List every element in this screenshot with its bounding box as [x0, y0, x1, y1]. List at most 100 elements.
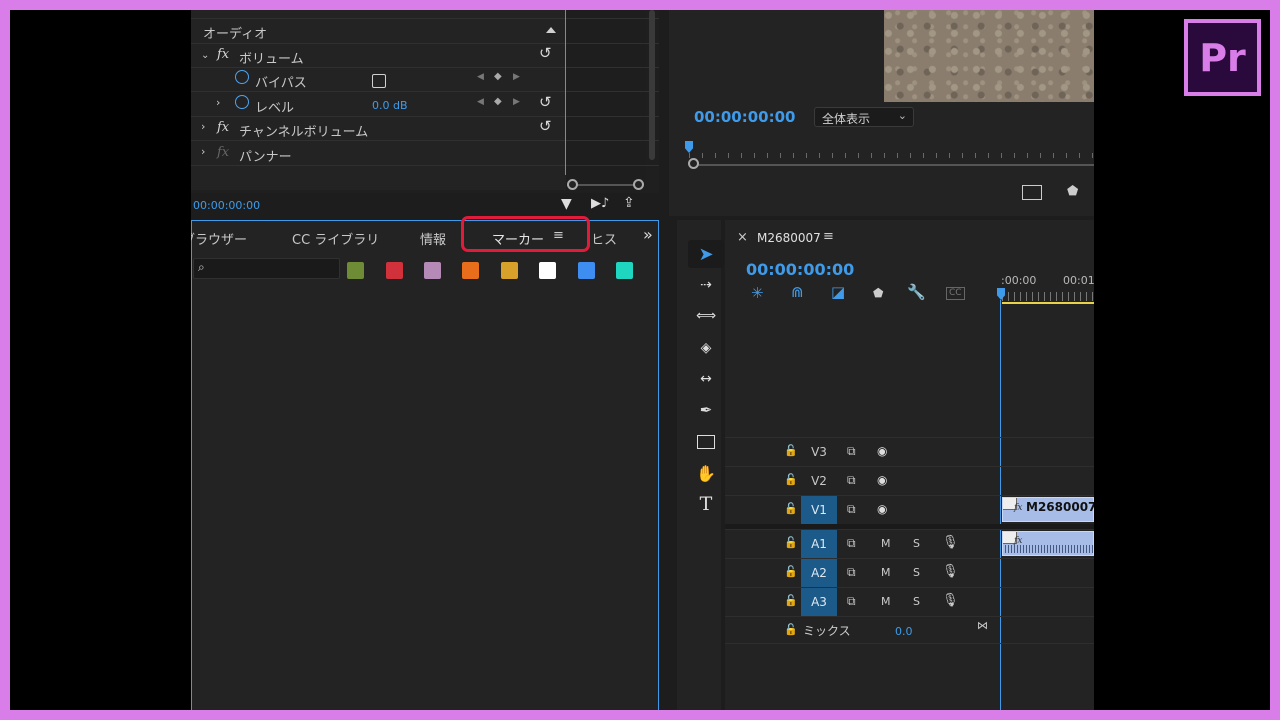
reset-icon[interactable]: ↺: [539, 93, 552, 111]
track-target-a2[interactable]: A2: [801, 559, 837, 587]
rectangle-tool-icon[interactable]: [688, 428, 724, 456]
marker-icon[interactable]: ⬟: [873, 286, 883, 300]
selection-tool-icon[interactable]: ➤: [688, 240, 724, 268]
mute-button[interactable]: M: [881, 566, 891, 579]
reset-icon[interactable]: ↺: [539, 44, 552, 62]
track-target-a3[interactable]: A3: [801, 588, 837, 616]
track-select-tool-icon[interactable]: ⇢: [688, 271, 724, 299]
linked-selection-icon[interactable]: ⋒: [791, 283, 804, 301]
sync-lock-icon[interactable]: ⧉: [847, 565, 856, 580]
wrench-icon[interactable]: 🔧: [907, 283, 926, 301]
work-area-bar[interactable]: [1002, 302, 1094, 304]
close-icon[interactable]: ×: [737, 230, 748, 245]
tab-info[interactable]: 情報: [420, 229, 446, 248]
filter-icon[interactable]: ▼: [561, 196, 572, 212]
solo-button[interactable]: S: [913, 566, 920, 579]
lock-icon[interactable]: 🔓: [784, 623, 798, 636]
chevron-down-icon[interactable]: ⌄: [201, 50, 209, 61]
add-marker-timeline-icon[interactable]: ◪: [831, 283, 845, 301]
add-marker-icon[interactable]: ⬟: [1067, 184, 1078, 199]
prev-keyframe-icon[interactable]: ◀: [477, 72, 484, 82]
microphone-icon[interactable]: 🎙: [942, 564, 959, 579]
ec-timecode[interactable]: 00:00:00:00: [193, 199, 260, 212]
eye-icon[interactable]: ◉: [877, 444, 887, 458]
type-tool-icon[interactable]: T: [688, 490, 724, 518]
eye-icon[interactable]: ◉: [877, 473, 887, 487]
sync-lock-icon[interactable]: ⧉: [847, 502, 856, 517]
marker-color-swatch[interactable]: [616, 262, 633, 279]
audio-clip[interactable]: fx: [1002, 531, 1094, 556]
marker-color-swatch[interactable]: [424, 262, 441, 279]
bypass-checkbox[interactable]: [372, 74, 386, 88]
sync-lock-icon[interactable]: ⧉: [847, 473, 856, 488]
marker-color-swatch[interactable]: [539, 262, 556, 279]
snap-icon[interactable]: ✳: [751, 284, 764, 302]
add-keyframe-icon[interactable]: ◆: [494, 96, 502, 107]
export-icon[interactable]: ⇪: [623, 195, 635, 211]
hand-tool-icon[interactable]: ✋: [688, 459, 724, 487]
lock-icon[interactable]: 🔓: [784, 536, 798, 549]
microphone-icon[interactable]: 🎙: [942, 535, 959, 550]
lock-icon[interactable]: 🔓: [784, 502, 798, 515]
captions-icon[interactable]: CC: [946, 287, 965, 300]
sync-lock-icon[interactable]: ⧉: [847, 536, 856, 551]
track-name-v2[interactable]: V2: [801, 474, 837, 488]
lock-icon[interactable]: 🔓: [784, 565, 798, 578]
marker-color-swatch[interactable]: [501, 262, 518, 279]
ec-zoom-scrollbar[interactable]: [567, 178, 644, 192]
marker-color-swatch[interactable]: [578, 262, 595, 279]
track-name-v3[interactable]: V3: [801, 445, 837, 459]
marker-color-swatch[interactable]: [347, 262, 364, 279]
marker-color-swatch[interactable]: [462, 262, 479, 279]
marker-color-swatch[interactable]: [386, 262, 403, 279]
track-target-v1[interactable]: V1: [801, 496, 837, 524]
collapse-triangle-icon[interactable]: [546, 27, 556, 33]
monitor-ruler[interactable]: [689, 145, 1094, 159]
monitor-scrollbar[interactable]: [689, 164, 1094, 166]
solo-button[interactable]: S: [913, 537, 920, 550]
timeline-ruler[interactable]: [1002, 292, 1094, 301]
prev-keyframe-icon[interactable]: ◀: [477, 97, 484, 107]
stopwatch-icon[interactable]: [235, 70, 249, 84]
marker-search-field[interactable]: ⌕: [193, 258, 340, 279]
chevron-right-icon[interactable]: ›: [216, 96, 220, 109]
next-keyframe-icon[interactable]: ▶: [513, 72, 520, 82]
lock-icon[interactable]: 🔓: [784, 594, 798, 607]
safe-margins-icon[interactable]: [1022, 185, 1042, 200]
tab-browser[interactable]: ブラウザー: [191, 229, 247, 248]
sync-lock-icon[interactable]: ⧉: [847, 444, 856, 459]
mix-value[interactable]: 0.0: [895, 625, 913, 638]
chevron-right-icon[interactable]: ›: [201, 120, 205, 133]
panel-menu-icon[interactable]: ≡: [823, 229, 834, 244]
timeline-timecode[interactable]: 00:00:00:00: [746, 260, 854, 279]
monitor-scroll-handle[interactable]: [688, 158, 699, 169]
zoom-dropdown[interactable]: 全体表示 ⌄: [814, 107, 914, 127]
tabs-overflow-icon[interactable]: »: [643, 225, 653, 244]
sync-lock-icon[interactable]: ⧉: [847, 594, 856, 609]
lock-icon[interactable]: 🔓: [784, 444, 798, 457]
level-value[interactable]: 0.0 dB: [372, 99, 408, 112]
program-timecode[interactable]: 00:00:00:00: [694, 108, 796, 126]
chevron-right-icon[interactable]: ›: [201, 145, 205, 158]
track-target-a1[interactable]: A1: [801, 530, 837, 558]
microphone-icon[interactable]: 🎙: [942, 593, 959, 608]
solo-button[interactable]: S: [913, 595, 920, 608]
next-keyframe-icon[interactable]: ▶: [513, 97, 520, 107]
fx-badge[interactable]: fx: [217, 120, 229, 135]
tab-history[interactable]: ヒス: [591, 229, 617, 248]
ripple-edit-tool-icon[interactable]: ⟺: [688, 302, 724, 330]
video-clip[interactable]: fx M2680007.: [1002, 497, 1094, 522]
tab-cc-libraries[interactable]: CC ライブラリ: [292, 229, 379, 248]
mute-button[interactable]: M: [881, 537, 891, 550]
reset-icon[interactable]: ↺: [539, 117, 552, 135]
sequence-tab[interactable]: M2680007: [757, 231, 821, 245]
stopwatch-icon[interactable]: [235, 95, 249, 109]
bowtie-icon[interactable]: ⋈: [977, 619, 988, 632]
razor-tool-icon[interactable]: ◈: [688, 334, 724, 362]
mute-button[interactable]: M: [881, 595, 891, 608]
ec-vertical-scrollbar[interactable]: [649, 10, 655, 160]
add-keyframe-icon[interactable]: ◆: [494, 71, 502, 82]
lock-icon[interactable]: 🔓: [784, 473, 798, 486]
fx-badge[interactable]: fx: [217, 47, 229, 62]
eye-icon[interactable]: ◉: [877, 502, 887, 516]
